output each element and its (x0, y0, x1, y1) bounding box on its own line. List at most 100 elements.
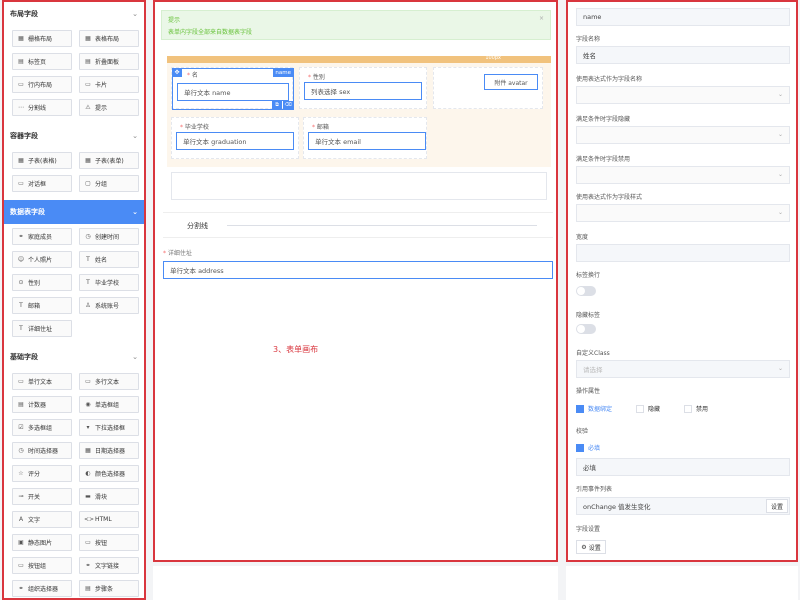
graduation-input[interactable]: 单行文本 graduation (176, 132, 294, 150)
grid-row-bar[interactable]: 100px (167, 55, 551, 63)
component-button[interactable]: ▭ 按钮组 (12, 557, 72, 574)
field-id-input[interactable]: name (576, 8, 790, 26)
component-button[interactable]: ▦ 子表(表单) (79, 152, 139, 169)
empty-drop-zone[interactable] (171, 172, 547, 200)
component-button[interactable]: ◉ 单选框组 (79, 396, 139, 413)
required-message-input[interactable]: 必填 (576, 458, 790, 476)
component-button[interactable]: T 姓名 (79, 251, 139, 268)
field-name-input[interactable]: 姓名 (576, 46, 790, 64)
copy-icon[interactable]: ⧉ (272, 101, 282, 110)
component-button[interactable]: ☺ 个人照片 (12, 251, 72, 268)
component-button[interactable]: ▤ 步骤条 (79, 580, 139, 597)
component-label: 滑块 (95, 494, 108, 501)
component-button[interactable]: ▤ 标签页 (12, 53, 72, 70)
grid-cell-name[interactable]: ✥ * 名 name 单行文本 name ⧉ ⌫ (171, 67, 294, 110)
component-button[interactable]: ⚠ 提示 (79, 99, 139, 116)
component-button[interactable]: ☆ 评分 (12, 465, 72, 482)
section-title: 布局字段 (10, 10, 38, 18)
name-input[interactable]: 单行文本 name (177, 83, 289, 101)
custom-class-select[interactable]: 请选择 ⌄ (576, 360, 790, 378)
grid-cell-graduation[interactable]: * 毕业学校 单行文本 graduation (171, 117, 299, 159)
field-label-address: 详细住址 (167, 250, 192, 257)
expr-style-select[interactable]: ⌄ (576, 204, 790, 222)
section-header[interactable]: 数据表字段 ⌄ (4, 200, 144, 224)
component-button[interactable]: ⋯ 分割线 (12, 99, 72, 116)
hide-label-toggle[interactable] (576, 324, 596, 334)
grid-cell-sex[interactable]: * 性别 列表选择 sex (299, 67, 427, 109)
component-button[interactable]: ▤ 计数器 (12, 396, 72, 413)
component-button[interactable]: ▬ 滑块 (79, 488, 139, 505)
width-label: 宽度 (576, 234, 589, 241)
component-button[interactable]: ▣ 静态图片 (12, 534, 72, 551)
ops-checkbox[interactable]: 隐藏 (636, 404, 660, 413)
component-button[interactable]: ◷ 时间选择器 (12, 442, 72, 459)
ops-checkbox[interactable]: ✓ 数据绑定 (576, 404, 612, 413)
component-button[interactable]: ▭ 单行文本 (12, 373, 72, 390)
section-header[interactable]: 基础字段 ⌄ (4, 345, 144, 369)
section-header[interactable]: 容器字段 ⌄ (4, 124, 144, 148)
component-button[interactable]: ▢ 分组 (79, 175, 139, 192)
drag-handle-icon[interactable]: ✥ (172, 68, 182, 77)
component-button[interactable]: T 毕业学校 (79, 274, 139, 291)
component-button[interactable]: ▾ 下拉选择框 (79, 419, 139, 436)
component-button[interactable]: ⊙ 性别 (12, 274, 72, 291)
chevron-down-icon: ⌄ (132, 208, 138, 216)
component-label: 行内布局 (28, 82, 53, 89)
component-button[interactable]: ⚭ 文字链接 (79, 557, 139, 574)
component-button[interactable]: ▭ 行内布局 (12, 76, 72, 93)
address-input[interactable]: 单行文本 address (163, 261, 553, 279)
component-grid: ⚭ 家庭成员 ◷ 创建时间 ☺ 个人照片 T 姓名 ⊙ 性别 T 毕业学校 T 邮箱 ♙ 系统账号 T 详细住址 (4, 224, 144, 345)
component-button[interactable]: T 详细住址 (12, 320, 72, 337)
section-header[interactable]: 布局字段 ⌄ (4, 2, 144, 26)
component-button[interactable]: ◐ 颜色选择器 (79, 465, 139, 482)
component-icon: ⊙ (18, 279, 24, 286)
field-settings-button[interactable]: ⚙ 设置 (576, 540, 606, 554)
expr-name-select[interactable]: ⌄ (576, 86, 790, 104)
component-button[interactable]: ☑ 多选框组 (12, 419, 72, 436)
component-button[interactable]: ▤ 折叠面板 (79, 53, 139, 70)
component-grid: ▭ 单行文本 ▭ 多行文本 ▤ 计数器 ◉ 单选框组 ☑ 多选框组 ▾ 下拉选择框 ◷ 时间选择器 ▦ 日期选… (4, 369, 144, 598)
component-button[interactable]: ▭ 多行文本 (79, 373, 139, 390)
field-settings-label: 字段设置 (576, 526, 601, 533)
section-title: 容器字段 (10, 132, 38, 140)
hide-condition-select[interactable]: ⌄ (576, 126, 790, 144)
alert-box[interactable]: 提示 表单内字段全部来自数据表字段 × (161, 10, 551, 40)
divider-text: 分割线 (187, 222, 208, 230)
ops-label: 操作属性 (576, 388, 601, 395)
component-button[interactable]: ⚭ 组织选择器 (12, 580, 72, 597)
component-icon: ⋯ (18, 104, 24, 111)
grid-cell-avatar[interactable]: 附件 avatar (433, 67, 543, 109)
component-button[interactable]: ⚭ 家庭成员 (12, 228, 72, 245)
component-button[interactable]: ▭ 按钮 (79, 534, 139, 551)
grid-cell-email[interactable]: * 邮箱 单行文本 email (303, 117, 427, 159)
component-button[interactable]: ▭ 对话框 (12, 175, 72, 192)
close-icon[interactable]: × (539, 15, 544, 22)
disable-condition-select[interactable]: ⌄ (576, 166, 790, 184)
sex-select[interactable]: 列表选择 sex (304, 82, 422, 100)
width-input[interactable] (576, 244, 790, 262)
component-button[interactable]: ▦ 栅格布局 (12, 30, 72, 47)
component-button[interactable]: ◷ 创建时间 (79, 228, 139, 245)
required-checkbox[interactable]: ✓ 必填 (576, 443, 624, 452)
label-wrap-toggle[interactable] (576, 286, 596, 296)
avatar-upload[interactable]: 附件 avatar (484, 74, 538, 90)
ops-checkbox[interactable]: 禁用 (684, 404, 708, 413)
component-button[interactable]: ♙ 系统账号 (79, 297, 139, 314)
component-icon: T (86, 279, 90, 286)
component-label: 折叠面板 (95, 59, 120, 66)
section-title: 基础字段 (10, 353, 38, 361)
component-button[interactable]: A 文字 (12, 511, 72, 528)
component-icon: ▦ (85, 447, 91, 454)
divider-field[interactable]: 分割线 (163, 212, 553, 238)
component-button[interactable]: ⊸ 开关 (12, 488, 72, 505)
email-input[interactable]: 单行文本 email (308, 132, 426, 150)
component-button[interactable]: ▦ 表格布局 (79, 30, 139, 47)
event-settings-button[interactable]: 设置 (766, 499, 788, 513)
component-button[interactable]: ▦ 子表(表格) (12, 152, 72, 169)
component-button[interactable]: T 邮箱 (12, 297, 72, 314)
component-button[interactable]: ▭ 卡片 (79, 76, 139, 93)
component-button[interactable]: ▦ 日期选择器 (79, 442, 139, 459)
delete-icon[interactable]: ⌫ (283, 101, 293, 110)
component-label: 评分 (28, 471, 41, 478)
component-button[interactable]: <> HTML (79, 511, 139, 528)
